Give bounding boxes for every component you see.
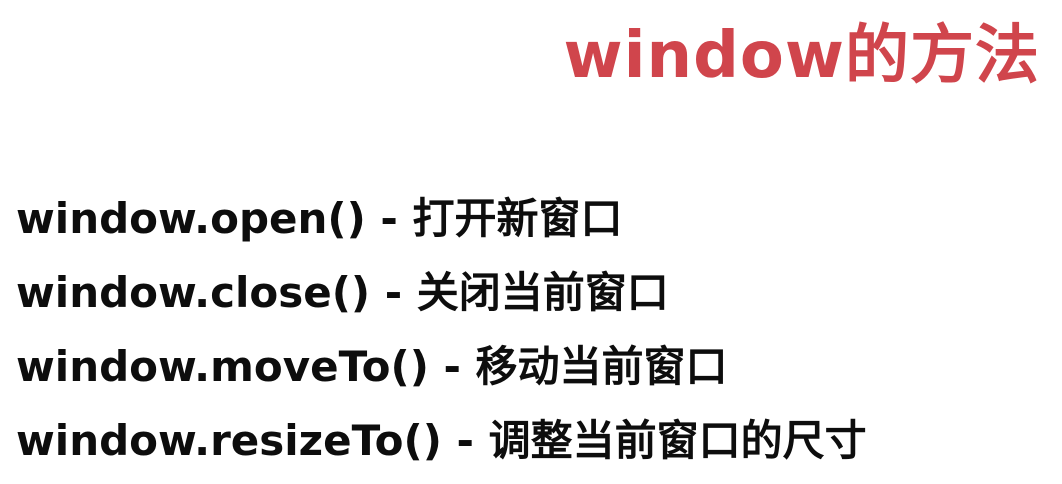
- method-item-resizeto: window.resizeTo() - 调整当前窗口的尺寸: [16, 416, 867, 465]
- slide: window的方法 window.open() - 打开新窗口 window.c…: [0, 0, 1062, 484]
- method-item-close: window.close() - 关闭当前窗口: [16, 268, 669, 317]
- method-item-moveto: window.moveTo() - 移动当前窗口: [16, 342, 728, 391]
- method-item-open: window.open() - 打开新窗口: [16, 194, 623, 243]
- method-list: window.open() - 打开新窗口 window.close() - 关…: [16, 182, 867, 478]
- slide-title: window的方法: [563, 19, 1040, 93]
